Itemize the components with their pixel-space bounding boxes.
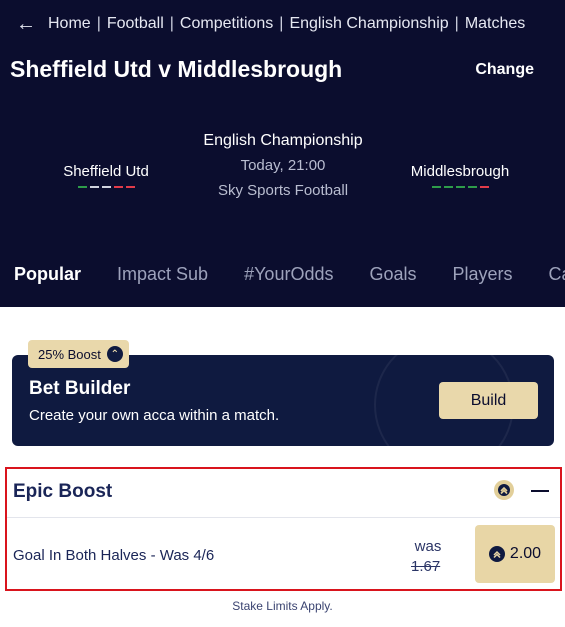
home-team: Sheffield Utd <box>46 163 166 188</box>
selection-name: Goal In Both Halves - Was 4/6 <box>13 547 215 564</box>
away-form-bar <box>443 186 453 188</box>
tab-popular[interactable]: Popular <box>14 264 81 285</box>
away-form-bar <box>479 186 489 188</box>
breadcrumb-separator: | <box>279 15 284 32</box>
breadcrumb-matches[interactable]: Matches <box>465 15 525 33</box>
home-team-name: Sheffield Utd <box>63 163 149 180</box>
page-title: Sheffield Utd v Middlesbrough <box>10 56 343 82</box>
tab-your-odds[interactable]: #YourOdds <box>244 264 333 285</box>
epic-boost-section: Epic Boost Goal In Both Halves - Was 4/6… <box>5 467 562 591</box>
breadcrumb-english-championship[interactable]: English Championship <box>289 15 448 33</box>
match-info: English Championship Today, 21:00 Sky Sp… <box>203 130 363 199</box>
was-label: was <box>414 538 442 555</box>
boost-icon <box>494 480 514 500</box>
tab-cards[interactable]: Ca <box>549 264 565 285</box>
bet-builder-card[interactable]: Bet Builder Create your own acca within … <box>12 355 554 446</box>
boost-badge: 25% Boost ⌃ <box>28 340 129 368</box>
home-form-bar <box>113 186 123 188</box>
home-team-form <box>46 186 166 188</box>
collapse-icon[interactable] <box>531 490 549 492</box>
kickoff-time: Today, 21:00 <box>240 157 326 174</box>
change-match-button[interactable]: Change <box>475 61 534 79</box>
home-form-bar <box>125 186 135 188</box>
tab-players[interactable]: Players <box>453 264 513 285</box>
market-tabs: Popular Impact Sub #YourOdds Goals Playe… <box>14 264 565 285</box>
home-form-bar <box>101 186 111 188</box>
away-form-bar <box>431 186 441 188</box>
home-form-bar <box>89 186 99 188</box>
tab-impact-sub[interactable]: Impact Sub <box>117 264 208 285</box>
tv-channel: Sky Sports Football <box>217 182 349 199</box>
back-arrow-icon[interactable]: ← <box>16 14 36 34</box>
breadcrumb-separator: | <box>454 15 459 32</box>
boosted-odds-button[interactable]: 2.00 <box>475 525 555 583</box>
breadcrumb-competitions[interactable]: Competitions <box>180 15 273 33</box>
build-button[interactable]: Build <box>439 382 538 419</box>
away-form-bar <box>467 186 477 188</box>
boosted-odds-value: 2.00 <box>509 545 542 562</box>
breadcrumb: ← Home | Football | Competitions | Engli… <box>16 14 525 34</box>
divider <box>7 517 560 518</box>
competition-name: English Championship <box>203 132 363 149</box>
breadcrumb-home[interactable]: Home <box>48 15 91 33</box>
boost-badge-label: 25% Boost <box>38 346 101 362</box>
epic-boost-title: Epic Boost <box>13 481 113 502</box>
away-team-name: Middlesbrough <box>410 163 510 180</box>
boost-icon <box>488 546 505 562</box>
breadcrumb-separator: | <box>169 15 174 32</box>
tab-goals[interactable]: Goals <box>369 264 416 285</box>
match-header: ← Home | Football | Competitions | Engli… <box>0 0 565 307</box>
away-team: Middlesbrough <box>400 163 520 188</box>
breadcrumb-separator: | <box>96 15 101 32</box>
stake-limits-note: Stake Limits Apply. <box>232 599 333 613</box>
boost-chevron-icon: ⌃ <box>106 346 123 362</box>
away-form-bar <box>455 186 465 188</box>
away-team-form <box>400 186 520 188</box>
bet-builder-subtitle: Create your own acca within a match. <box>29 407 280 424</box>
previous-odds: 1.67 <box>411 558 441 575</box>
bet-builder-title: Bet Builder <box>29 378 131 399</box>
breadcrumb-football[interactable]: Football <box>107 15 164 33</box>
home-form-bar <box>77 186 87 188</box>
